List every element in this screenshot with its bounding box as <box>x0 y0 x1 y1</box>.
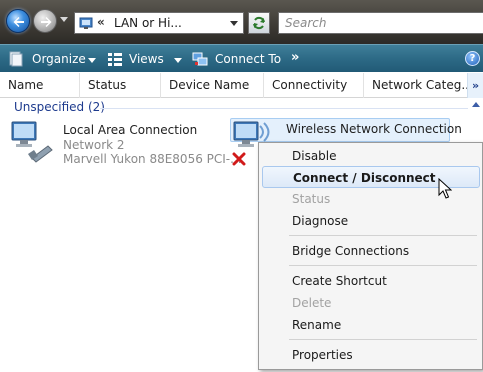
group-header[interactable]: Unspecified (2) <box>14 100 105 114</box>
menu-separator <box>289 235 477 236</box>
connection-network: Network 2 <box>63 138 125 152</box>
connection-name: Local Area Connection <box>63 123 198 137</box>
views-dropdown-icon <box>174 58 182 63</box>
address-field[interactable]: « LAN or Hi... <box>74 12 244 34</box>
menu-item-diagnose[interactable]: Diagnose <box>262 210 480 232</box>
column-header-status[interactable]: Status <box>80 73 161 98</box>
connection-name: Wireless Network Connection <box>286 122 462 136</box>
menu-item-label: Connect / Disconnect <box>293 171 436 185</box>
search-input[interactable]: Search <box>278 12 483 34</box>
column-header-label: Device Name <box>169 78 250 92</box>
address-dropdown-icon[interactable] <box>230 21 238 26</box>
column-header-network-category[interactable]: Network Categ... <box>364 73 473 98</box>
connection-device: Marvell Yukon 88E8056 PCI-... <box>63 152 242 166</box>
group-collapse-icon[interactable] <box>472 102 480 107</box>
organize-label: Organize <box>32 52 86 66</box>
toolbar-overflow-button[interactable]: » <box>291 50 299 65</box>
context-menu: Disable Connect / Disconnect Status Diag… <box>258 142 483 370</box>
connect-to-icon <box>192 52 208 66</box>
organize-icon <box>9 51 23 67</box>
column-header-device-name[interactable]: Device Name <box>161 73 264 98</box>
back-button[interactable] <box>6 9 30 33</box>
views-label: Views <box>129 52 164 66</box>
menu-item-label: Create Shortcut <box>292 274 387 288</box>
column-header-label: Connectivity <box>272 78 348 92</box>
breadcrumb-chevron[interactable]: « <box>97 15 105 29</box>
column-header-connectivity[interactable]: Connectivity <box>264 73 364 98</box>
menu-item-label: Delete <box>292 296 332 310</box>
column-header-name[interactable]: Name <box>0 73 80 98</box>
menu-item-bridge-connections[interactable]: Bridge Connections <box>262 240 480 262</box>
menu-item-disable[interactable]: Disable <box>262 145 480 167</box>
menu-item-label: Diagnose <box>292 214 349 228</box>
menu-item-label: Rename <box>292 318 342 332</box>
connect-to-button[interactable]: Connect To <box>192 49 288 69</box>
breadcrumb-path[interactable]: LAN or Hi... <box>114 16 182 30</box>
address-bar: « LAN or Hi... Search <box>0 0 483 44</box>
red-x-disconnected-icon <box>232 152 246 166</box>
organize-button[interactable]: Organize <box>8 49 100 69</box>
wired-network-adapter-icon <box>11 121 53 163</box>
menu-item-label: Disable <box>292 149 337 163</box>
menu-item-label: Bridge Connections <box>292 244 410 258</box>
help-button[interactable]: ? <box>465 51 480 66</box>
network-folder-icon <box>79 17 93 29</box>
forward-button[interactable] <box>33 9 57 33</box>
menu-item-label: Properties <box>292 348 353 362</box>
column-header-label: Network Categ... <box>372 78 473 92</box>
views-icon <box>108 53 122 66</box>
organize-dropdown-icon <box>88 58 96 63</box>
help-icon: ? <box>469 53 476 64</box>
connect-to-label: Connect To <box>215 52 282 66</box>
group-divider <box>100 108 468 109</box>
views-button[interactable]: Views <box>107 49 183 69</box>
menu-item-label: Status <box>292 192 331 206</box>
search-placeholder: Search <box>285 16 327 30</box>
recent-pages-dropdown[interactable] <box>60 17 68 22</box>
refresh-icon <box>253 16 265 30</box>
mouse-cursor-icon <box>438 178 452 199</box>
menu-item-delete[interactable]: Delete <box>262 292 480 314</box>
columns-overflow-button[interactable]: » <box>467 73 483 98</box>
command-toolbar: Organize Views Connect To » ? <box>0 44 483 72</box>
menu-item-properties[interactable]: Properties <box>262 344 480 366</box>
menu-separator <box>289 265 477 266</box>
back-arrow-icon <box>13 17 24 27</box>
column-headers: Name Status Device Name Connectivity Net… <box>0 73 483 98</box>
menu-separator <box>289 339 477 340</box>
forward-arrow-icon <box>41 17 52 27</box>
column-header-label: Name <box>8 78 44 92</box>
column-header-label: Status <box>88 78 127 92</box>
menu-item-create-shortcut[interactable]: Create Shortcut <box>262 270 480 292</box>
refresh-button[interactable] <box>248 12 270 34</box>
menu-item-rename[interactable]: Rename <box>262 314 480 336</box>
